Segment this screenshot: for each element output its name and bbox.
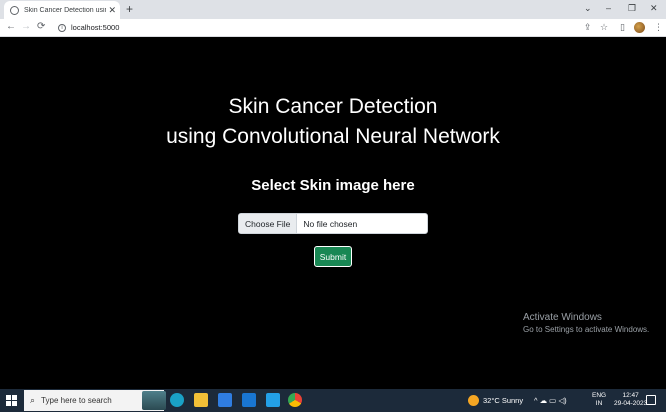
page-title-line-2: using Convolutional Neural Network [166, 125, 500, 148]
tab-strip: Skin Cancer Detection using Co ✕ + ⌄ – ❐… [0, 0, 666, 19]
globe-icon [10, 5, 19, 15]
watermark-subtitle: Go to Settings to activate Windows. [523, 325, 650, 334]
region-code: IN [595, 400, 603, 407]
tray-icons[interactable]: ^ ☁ ▭ ◁) [534, 396, 567, 405]
file-explorer-icon[interactable] [194, 393, 208, 407]
browser-toolbar: ← → ⟳ i localhost:5000 ⇪ ☆ ▯ ⋮ [0, 19, 666, 37]
tab-title: Skin Cancer Detection using Co [24, 6, 106, 14]
web-page: Skin Cancer Detection using Convolutiona… [0, 37, 666, 389]
mail-icon[interactable] [242, 393, 256, 407]
upload-prompt: Select Skin image here [251, 177, 415, 194]
minimize-button[interactable]: – [606, 3, 611, 13]
submit-button[interactable]: Submit [314, 246, 352, 267]
info-icon[interactable]: i [58, 23, 66, 32]
system-clock[interactable]: 12:47 29-04-2023 [614, 392, 647, 408]
clock-date: 29-04-2023 [614, 400, 648, 407]
tab-search-icon[interactable]: ⌄ [584, 3, 592, 13]
file-status: No file chosen [303, 218, 358, 229]
edge-icon[interactable] [170, 393, 184, 407]
side-panel-icon[interactable]: ▯ [620, 22, 625, 32]
search-placeholder: Type here to search [41, 396, 112, 405]
page-title: Skin Cancer Detection using Convolutiona… [0, 92, 666, 152]
chrome-icon[interactable] [288, 393, 302, 407]
file-input[interactable]: Choose File No file chosen [238, 213, 428, 234]
address-bar[interactable]: i localhost:5000 [52, 20, 612, 35]
sun-icon [468, 395, 479, 406]
notification-icon[interactable] [646, 395, 656, 405]
share-icon[interactable]: ⇪ [584, 22, 592, 32]
clock-time: 12:47 [622, 392, 639, 399]
landscape-icon[interactable] [142, 391, 166, 410]
bookmark-icon[interactable]: ☆ [600, 22, 608, 32]
screen: Skin Cancer Detection using Co ✕ + ⌄ – ❐… [0, 0, 666, 412]
page-title-line-1: Skin Cancer Detection [228, 95, 438, 118]
browser-tab[interactable]: Skin Cancer Detection using Co ✕ [4, 1, 120, 19]
activate-windows-watermark: Activate Windows Go to Settings to activ… [523, 312, 649, 334]
forward-button[interactable]: → [21, 21, 31, 33]
taskbar: ⌕ Type here to search 32°C Sunny ^ ☁ ▭ ◁… [0, 389, 666, 412]
search-icon: ⌕ [30, 395, 36, 405]
store-icon[interactable] [218, 393, 232, 407]
close-window-button[interactable]: ✕ [650, 3, 658, 13]
url-text: localhost:5000 [71, 23, 120, 32]
back-button[interactable]: ← [6, 21, 16, 33]
windows-start-icon[interactable] [6, 395, 17, 406]
profile-avatar[interactable] [634, 22, 645, 33]
restore-button[interactable]: ❐ [628, 3, 636, 13]
reload-button[interactable]: ⟳ [37, 21, 45, 33]
language-code: ENG [592, 392, 607, 399]
new-tab-button[interactable]: + [126, 3, 133, 15]
weather-text[interactable]: 32°C Sunny [483, 396, 523, 405]
language-indicator[interactable]: ENG IN [592, 392, 606, 408]
tab-close-icon[interactable]: ✕ [108, 5, 116, 15]
choose-file-button[interactable]: Choose File [239, 214, 298, 233]
vscode-icon[interactable] [266, 393, 280, 407]
menu-icon[interactable]: ⋮ [654, 22, 663, 32]
watermark-title: Activate Windows [523, 312, 602, 323]
